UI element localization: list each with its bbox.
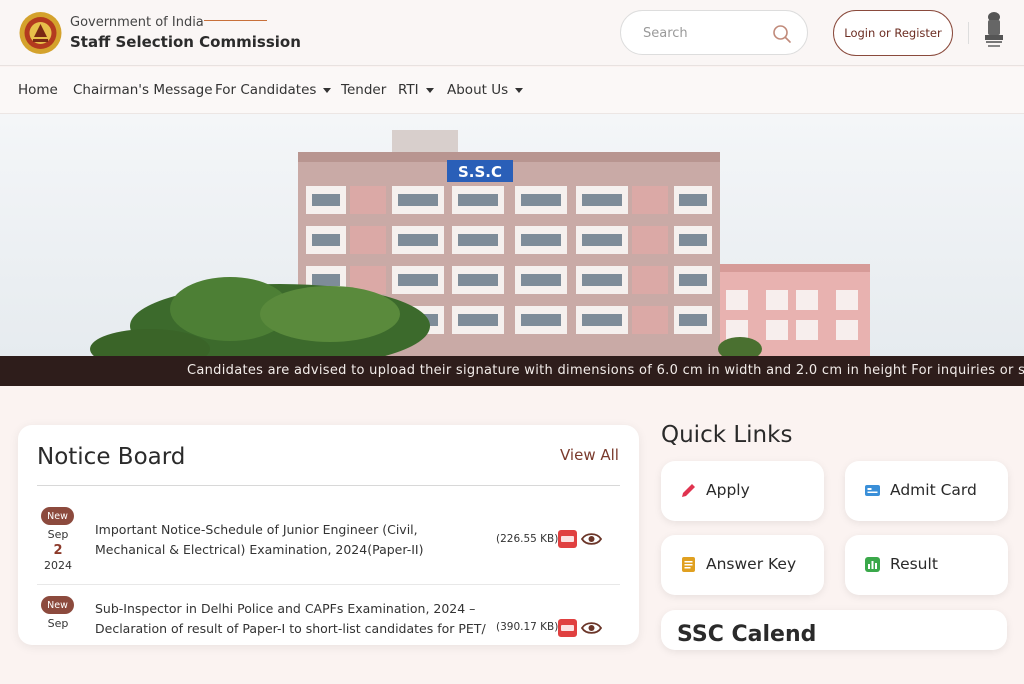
national-emblem-icon xyxy=(985,12,1003,47)
nav-tender[interactable]: Tender xyxy=(341,82,386,98)
title-divider xyxy=(204,20,267,21)
nav-chairmans-message[interactable]: Chairman's Message xyxy=(73,82,213,98)
pencil-icon xyxy=(682,484,695,497)
nav-for-candidates-label: For Candidates xyxy=(215,82,317,98)
search-icon[interactable] xyxy=(772,24,792,44)
notice-year: 2024 xyxy=(44,559,72,572)
ssc-logo-icon[interactable] xyxy=(17,11,64,55)
quick-link-admit-card[interactable]: Admit Card xyxy=(845,461,1008,521)
notice-item[interactable]: New Sep 2 2024 Important Notice-Schedule… xyxy=(37,505,620,595)
notice-file-size: (226.55 KB) xyxy=(496,533,559,545)
chevron-down-icon xyxy=(323,87,332,93)
pdf-icon[interactable] xyxy=(558,530,577,548)
notice-file-size: (390.17 KB) xyxy=(496,621,559,633)
building-sign: S.S.C xyxy=(458,163,502,181)
ssc-building-image: S.S.C xyxy=(0,114,1024,357)
quick-link-answer-key[interactable]: Answer Key xyxy=(661,535,824,595)
announcement-text[interactable]: Candidates are advised to upload their s… xyxy=(187,363,1024,378)
quick-links-title: Quick Links xyxy=(661,422,793,448)
id-card-icon xyxy=(865,485,880,496)
ssc-calendar-card[interactable]: SSC Calend xyxy=(661,610,1007,650)
new-badge: New xyxy=(41,596,74,614)
pdf-icon[interactable] xyxy=(558,619,577,637)
notice-title[interactable]: Sub-Inspector in Delhi Police and CAPFs … xyxy=(95,599,490,639)
organization-name[interactable]: Staff Selection Commission xyxy=(70,33,301,51)
notice-separator xyxy=(37,584,620,585)
notice-board-title: Notice Board xyxy=(37,444,186,470)
ssc-calendar-title: SSC Calend xyxy=(677,622,817,647)
main-nav: Home Chairman's Message For Candidates T… xyxy=(0,67,1024,114)
login-register-button[interactable]: Login or Register xyxy=(833,10,953,56)
quick-link-label: Admit Card xyxy=(890,481,977,499)
quick-link-apply[interactable]: Apply xyxy=(661,461,824,521)
government-label: Government of India xyxy=(70,15,204,30)
new-badge: New xyxy=(41,507,74,525)
notice-day: 2 xyxy=(53,543,63,558)
nav-about-us-label: About Us xyxy=(447,82,509,98)
notice-month: Sep xyxy=(47,617,69,630)
nav-chairmans-message-label: Chairman's Message xyxy=(73,82,213,98)
quick-link-label: Apply xyxy=(706,481,750,499)
eye-icon[interactable] xyxy=(581,620,602,636)
nav-rti-label: RTI xyxy=(398,82,419,98)
chevron-down-icon xyxy=(425,87,434,93)
header: Government of India Staff Selection Comm… xyxy=(0,0,1024,66)
chevron-down-icon xyxy=(515,87,524,93)
nav-rti[interactable]: RTI xyxy=(398,82,434,98)
quick-link-label: Answer Key xyxy=(706,555,797,573)
view-all-link[interactable]: View All xyxy=(560,446,619,464)
quick-link-result[interactable]: Result xyxy=(845,535,1008,595)
nav-home-label: Home xyxy=(18,82,58,98)
announcement-ticker[interactable]: Candidates are advised to upload their s… xyxy=(0,356,1024,386)
nav-for-candidates[interactable]: For Candidates xyxy=(215,82,332,98)
search-box[interactable] xyxy=(620,10,808,55)
bar-chart-icon xyxy=(865,557,880,572)
header-divider xyxy=(968,22,969,44)
notice-item[interactable]: New Sep Sub-Inspector in Delhi Police an… xyxy=(37,594,620,684)
notice-board-card: Notice Board View All New Sep 2 2024 Imp… xyxy=(18,425,639,645)
eye-icon[interactable] xyxy=(581,531,602,547)
notice-month: Sep xyxy=(47,528,69,541)
search-input[interactable] xyxy=(641,23,771,43)
nav-about-us[interactable]: About Us xyxy=(447,82,524,98)
hero-banner: S.S.C xyxy=(0,114,1024,357)
nav-home[interactable]: Home xyxy=(18,82,58,98)
nav-tender-label: Tender xyxy=(341,82,387,98)
notice-title[interactable]: Important Notice-Schedule of Junior Engi… xyxy=(95,520,490,560)
notice-board-divider xyxy=(37,485,620,486)
quick-link-label: Result xyxy=(890,555,938,573)
document-icon xyxy=(682,557,695,572)
